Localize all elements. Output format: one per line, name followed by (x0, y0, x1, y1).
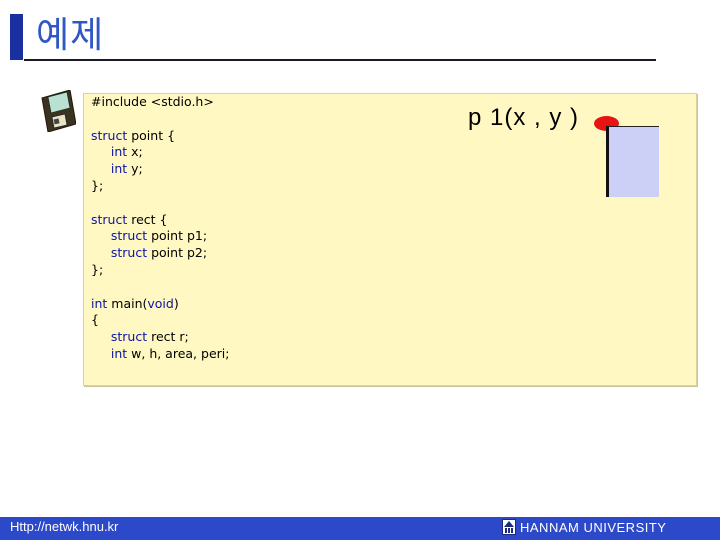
code-line: }; (91, 262, 229, 279)
code-text: rect { (127, 211, 168, 227)
code-keyword: int (110, 144, 128, 160)
code-keyword: void (147, 295, 174, 311)
code-line: struct point { (91, 128, 229, 145)
code-text: y; (127, 161, 143, 177)
code-text: point p2; (147, 245, 208, 261)
code-line: { (91, 312, 229, 329)
floppy-disk-icon (41, 90, 76, 132)
code-text: point { (127, 127, 176, 143)
code-text: main( (107, 295, 148, 311)
code-line: int y; (91, 161, 229, 178)
code-keyword: struct (110, 329, 148, 345)
code-line: struct rect r; (91, 329, 229, 346)
code-text: ) (173, 295, 179, 311)
code-keyword: struct (110, 228, 148, 244)
title-underline (24, 59, 656, 61)
code-text: #include <stdio.h> (91, 94, 214, 109)
code-text: }; (91, 177, 104, 193)
code-text: w, h, area, peri; (127, 345, 230, 361)
code-keyword: struct (110, 245, 148, 261)
code-line: struct point p1; (91, 228, 229, 245)
code-line: struct rect { (91, 212, 229, 229)
code-line: int main(void) (91, 296, 229, 313)
code-keyword: struct (91, 127, 128, 143)
footer-url: Http://netwk.hnu.kr (10, 519, 119, 534)
footer-university: HANNAM UNIVERSITY (502, 519, 666, 535)
code-text: x; (127, 144, 143, 160)
slide-title: 예제 (36, 15, 105, 56)
rectangle-shape (606, 126, 659, 197)
code-line: }; (91, 178, 229, 195)
code-keyword: int (110, 161, 128, 177)
code-text: point p1; (147, 228, 208, 244)
code-line: int w, h, area, peri; (91, 345, 230, 363)
code-keyword: struct (91, 211, 128, 227)
title-accent-bar (10, 14, 23, 60)
code-line: struct point p2; (91, 245, 229, 262)
code-line: #include <stdio.h> (91, 94, 229, 111)
footer-bar: Http://netwk.hnu.kr HANNAM UNIVERSITY (0, 517, 720, 540)
code-line: int x; (91, 144, 229, 161)
code-text: }; (91, 261, 104, 277)
code-text: rect r; (147, 329, 189, 345)
code-block: #include <stdio.h> struct point { int x;… (91, 94, 229, 363)
university-emblem-icon (502, 519, 516, 535)
code-keyword: int (110, 345, 128, 361)
code-keyword: int (91, 295, 108, 311)
code-text: { (91, 312, 99, 328)
point-label: p 1(x , y ) (468, 104, 580, 131)
footer-university-name: HANNAM UNIVERSITY (520, 519, 667, 535)
